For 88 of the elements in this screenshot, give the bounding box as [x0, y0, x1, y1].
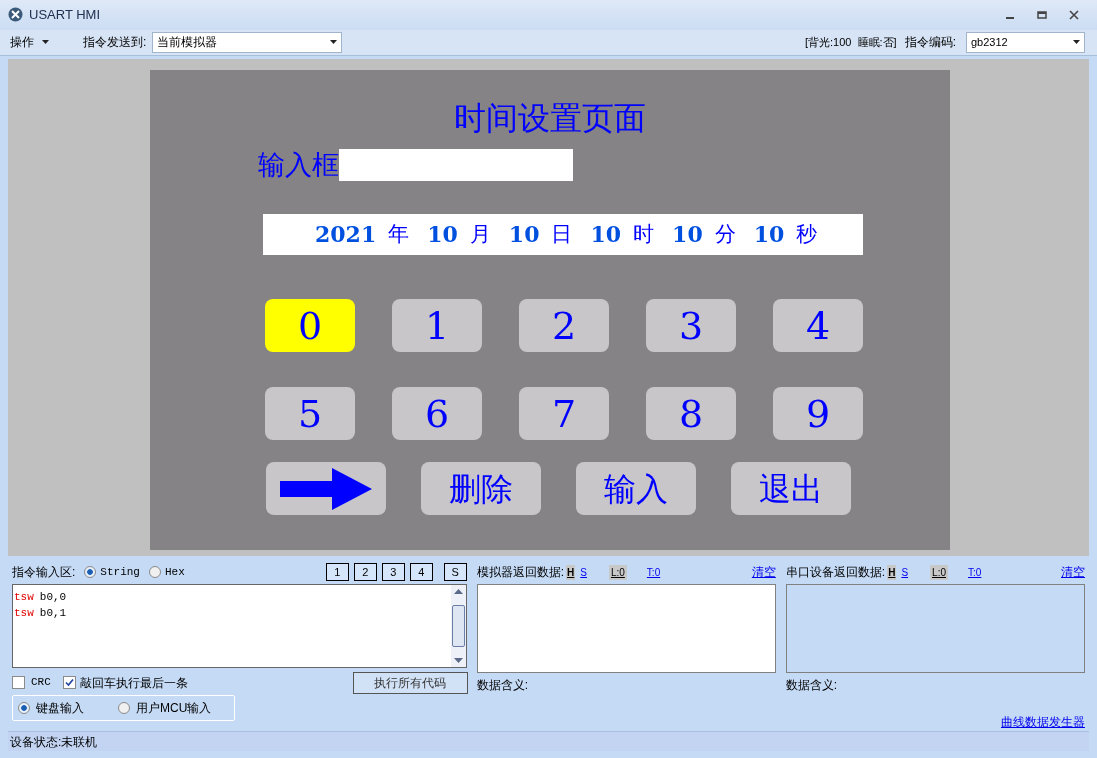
- slot-button[interactable]: 1: [325, 563, 349, 582]
- send-to-dropdown[interactable]: 当前模拟器: [152, 31, 343, 53]
- time-counter[interactable]: T:0: [646, 564, 661, 580]
- mode-option[interactable]: Hex: [164, 563, 185, 581]
- input-source-option[interactable]: 键盘输入: [36, 699, 84, 718]
- date-value: 10: [590, 220, 622, 250]
- action-key[interactable]: 退出: [731, 462, 851, 516]
- number-key[interactable]: 7: [519, 387, 609, 441]
- dropdown-caret-icon: [1073, 40, 1080, 45]
- operation-menu[interactable]: 操作: [10, 33, 49, 52]
- date-unit: 分: [714, 221, 736, 249]
- input-source-option[interactable]: 用户MCU输入: [136, 699, 212, 718]
- status-info: [背光:100 睡眠:否]: [804, 35, 897, 51]
- input-field[interactable]: [339, 149, 573, 182]
- clear-link[interactable]: 清空: [751, 563, 776, 582]
- clear-link[interactable]: 清空: [1061, 563, 1085, 582]
- encoding-dropdown[interactable]: gb2312: [966, 31, 1085, 53]
- command-editor[interactable]: tsw b0,0 tsw b0,1: [12, 584, 467, 669]
- date-value: 10: [508, 220, 540, 250]
- run-all-button[interactable]: 执行所有代码: [352, 671, 468, 694]
- data-meaning-label: 数据含义:: [476, 677, 530, 695]
- dropdown-caret-icon: [330, 40, 338, 45]
- number-key[interactable]: 1: [392, 299, 482, 353]
- date-unit: 时: [633, 221, 655, 249]
- number-key[interactable]: 2: [519, 299, 609, 353]
- mode-option[interactable]: String: [100, 563, 140, 581]
- right-arrow-icon: [280, 467, 372, 510]
- action-key[interactable]: 输入: [576, 462, 696, 516]
- command-area-label: 指令输入区:: [12, 564, 76, 582]
- number-key[interactable]: 9: [773, 387, 863, 441]
- slot-button[interactable]: 2: [353, 563, 377, 582]
- date-unit: 月: [469, 221, 491, 249]
- time-counter[interactable]: T:0: [968, 564, 982, 580]
- date-value: 10: [427, 220, 458, 250]
- input-label: 输入框: [258, 148, 339, 183]
- hex-toggle[interactable]: H: [566, 564, 576, 580]
- date-value: 10: [753, 220, 785, 250]
- device-status: 设备状态:未联机: [10, 733, 98, 751]
- number-key[interactable]: 3: [646, 299, 736, 353]
- radio-button[interactable]: [84, 566, 97, 579]
- radio-button[interactable]: [18, 702, 30, 715]
- radio-button[interactable]: [148, 566, 161, 579]
- dropdown-caret-icon: [42, 40, 49, 45]
- number-key[interactable]: 0: [265, 299, 355, 353]
- action-key[interactable]: 删除: [421, 462, 541, 516]
- return-data-label: 串口设备返回数据:: [785, 564, 886, 582]
- length-counter: L:0: [608, 564, 627, 580]
- scroll-thumb[interactable]: [451, 605, 465, 648]
- check-icon: [64, 677, 74, 687]
- slot-button[interactable]: 4: [409, 563, 433, 582]
- scroll-down-icon[interactable]: [453, 658, 463, 664]
- code-keyword: tsw: [14, 590, 34, 606]
- string-toggle[interactable]: S: [580, 564, 587, 580]
- close-icon[interactable]: [1069, 9, 1079, 20]
- encoding-label: 指令编码:: [904, 34, 956, 52]
- arrow-key[interactable]: [266, 462, 386, 516]
- checkbox[interactable]: [62, 675, 76, 689]
- number-key[interactable]: 4: [773, 299, 863, 353]
- length-counter: L:0: [930, 564, 948, 580]
- date-unit: 日: [551, 221, 573, 249]
- curve-generator-link[interactable]: 曲线数据发生器: [1001, 713, 1085, 732]
- slot-button[interactable]: S: [443, 563, 467, 582]
- slot-button[interactable]: 3: [381, 563, 405, 582]
- enter-last-label: 敲回车执行最后一条: [79, 674, 188, 692]
- number-key[interactable]: 8: [646, 387, 736, 441]
- string-toggle[interactable]: S: [901, 564, 909, 580]
- send-to-label: 指令发送到:: [83, 34, 147, 52]
- scrollbar[interactable]: [450, 585, 466, 668]
- app-logo-icon: [8, 7, 23, 23]
- code-args: b0,1: [39, 606, 67, 622]
- crc-label: CRC: [31, 675, 51, 691]
- hex-toggle[interactable]: H: [887, 564, 897, 580]
- code-args: b0,0: [39, 590, 67, 606]
- date-value: 2021: [315, 220, 377, 250]
- radio-button[interactable]: [118, 702, 130, 715]
- date-unit: 秒: [796, 221, 818, 249]
- number-key[interactable]: 6: [392, 387, 482, 441]
- code-keyword: tsw: [14, 606, 34, 622]
- date-value: 10: [672, 220, 703, 250]
- scroll-up-icon[interactable]: [453, 589, 463, 595]
- date-unit: 年: [388, 221, 410, 249]
- data-meaning-label: 数据含义:: [785, 677, 839, 695]
- number-key[interactable]: 5: [265, 387, 355, 441]
- page-title: 时间设置页面: [454, 98, 646, 139]
- return-data-label: 模拟器返回数据:: [476, 564, 565, 582]
- window-title: USART HMI: [29, 6, 101, 25]
- checkbox[interactable]: [12, 676, 25, 690]
- maximize-icon[interactable]: [1037, 9, 1047, 20]
